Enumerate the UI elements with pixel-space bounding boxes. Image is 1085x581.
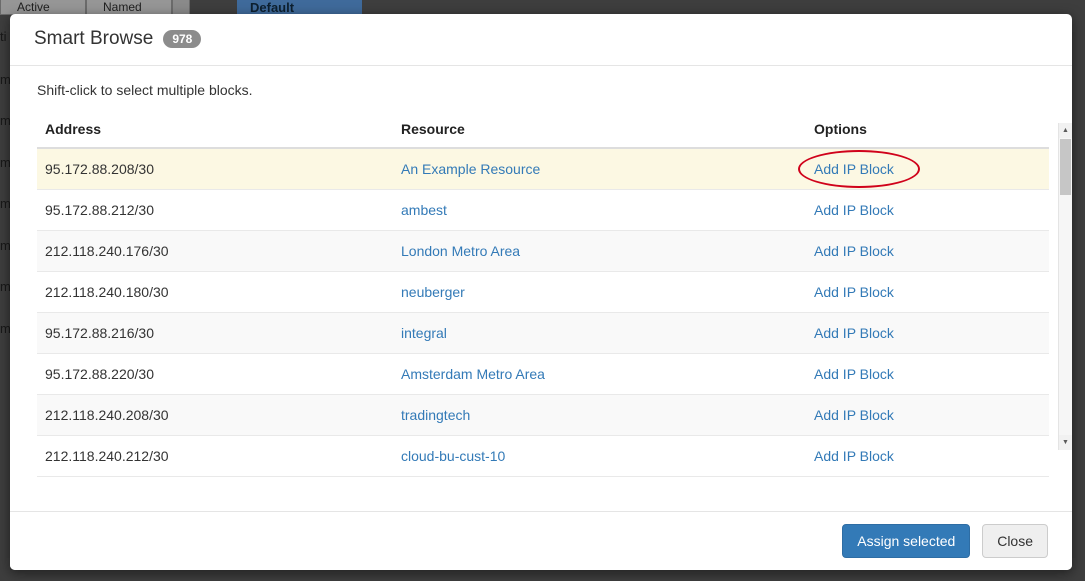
address-cell: 95.172.88.216/30 bbox=[37, 313, 393, 354]
background-text-fragment: m bbox=[0, 239, 10, 253]
table-row[interactable]: 95.172.88.220/30 Amsterdam Metro Area Ad… bbox=[37, 354, 1049, 395]
resource-column-header: Resource bbox=[393, 113, 806, 148]
address-cell: 95.172.88.220/30 bbox=[37, 354, 393, 395]
scroll-down-icon[interactable]: ▼ bbox=[1059, 435, 1072, 450]
background-text-fragment: m bbox=[0, 280, 10, 294]
table-row[interactable]: 95.172.88.216/30 integral Add IP Block bbox=[37, 313, 1049, 354]
resource-link[interactable]: ambest bbox=[401, 202, 447, 218]
background-text-fragment: m bbox=[0, 156, 10, 170]
table-row[interactable]: 212.118.240.180/30 neuberger Add IP Bloc… bbox=[37, 272, 1049, 313]
scroll-up-icon[interactable]: ▲ bbox=[1059, 123, 1072, 138]
address-cell: 95.172.88.208/30 bbox=[37, 148, 393, 190]
background-cell-empty bbox=[172, 0, 190, 15]
resource-link[interactable]: An Example Resource bbox=[401, 161, 540, 177]
add-ip-block-link[interactable]: Add IP Block bbox=[814, 202, 894, 218]
table-row[interactable]: 212.118.240.208/30 tradingtech Add IP Bl… bbox=[37, 395, 1049, 436]
add-ip-block-link[interactable]: Add IP Block bbox=[814, 366, 894, 382]
background-cell-default: Default bbox=[237, 0, 362, 15]
background-text-fragment: ti bbox=[0, 30, 10, 44]
table-row[interactable]: 212.118.240.176/30 London Metro Area Add… bbox=[37, 231, 1049, 272]
address-column-header: Address bbox=[37, 113, 393, 148]
dialog-header: Smart Browse 978 bbox=[10, 14, 1072, 66]
add-ip-block-link[interactable]: Add IP Block bbox=[814, 284, 894, 300]
dialog-title: Smart Browse bbox=[34, 28, 153, 50]
background-text-fragment: m bbox=[0, 73, 10, 87]
address-cell: 212.118.240.208/30 bbox=[37, 395, 393, 436]
add-ip-block-link[interactable]: Add IP Block bbox=[814, 325, 894, 341]
table-body: 95.172.88.208/30 An Example Resource Add… bbox=[37, 148, 1049, 477]
options-column-header: Options bbox=[806, 113, 1049, 148]
table-row[interactable]: 95.172.88.212/30 ambest Add IP Block bbox=[37, 190, 1049, 231]
add-ip-block-link[interactable]: Add IP Block bbox=[814, 243, 894, 259]
resource-link[interactable]: tradingtech bbox=[401, 407, 470, 423]
add-ip-block-link[interactable]: Add IP Block bbox=[814, 407, 894, 423]
assign-selected-button[interactable]: Assign selected bbox=[842, 524, 970, 558]
address-cell: 212.118.240.180/30 bbox=[37, 272, 393, 313]
table-row[interactable]: 95.172.88.208/30 An Example Resource Add… bbox=[37, 148, 1049, 190]
multiselect-hint: Shift-click to select multiple blocks. bbox=[37, 82, 1040, 98]
vertical-scrollbar[interactable]: ▲ ▼ bbox=[1058, 123, 1072, 450]
smart-browse-dialog: Smart Browse 978 Shift-click to select m… bbox=[10, 14, 1072, 570]
address-cell: 212.118.240.176/30 bbox=[37, 231, 393, 272]
address-cell: 95.172.88.212/30 bbox=[37, 190, 393, 231]
result-count-badge: 978 bbox=[163, 30, 201, 48]
resource-link[interactable]: integral bbox=[401, 325, 447, 341]
background-text-fragment: m bbox=[0, 197, 10, 211]
background-tab-active: Active bbox=[0, 0, 86, 15]
close-button[interactable]: Close bbox=[982, 524, 1048, 558]
ip-blocks-table: Address Resource Options 95.172.88.208/3… bbox=[37, 113, 1049, 477]
resource-link[interactable]: Amsterdam Metro Area bbox=[401, 366, 545, 382]
background-text-fragment: m bbox=[0, 322, 10, 336]
table-row[interactable]: 212.118.240.212/30 cloud-bu-cust-10 Add … bbox=[37, 436, 1049, 477]
background-tab-named: Named bbox=[86, 0, 172, 15]
dialog-body: Shift-click to select multiple blocks. A… bbox=[10, 66, 1072, 511]
scrollbar-thumb[interactable] bbox=[1060, 139, 1071, 195]
dialog-footer: Assign selected Close bbox=[10, 511, 1072, 570]
resource-link[interactable]: neuberger bbox=[401, 284, 465, 300]
add-ip-block-link[interactable]: Add IP Block bbox=[814, 161, 894, 177]
resource-link[interactable]: cloud-bu-cust-10 bbox=[401, 448, 505, 464]
add-ip-block-link[interactable]: Add IP Block bbox=[814, 448, 894, 464]
resource-link[interactable]: London Metro Area bbox=[401, 243, 520, 259]
table-header-row: Address Resource Options bbox=[37, 113, 1049, 148]
address-cell: 212.118.240.212/30 bbox=[37, 436, 393, 477]
background-text-fragment: m bbox=[0, 114, 10, 128]
